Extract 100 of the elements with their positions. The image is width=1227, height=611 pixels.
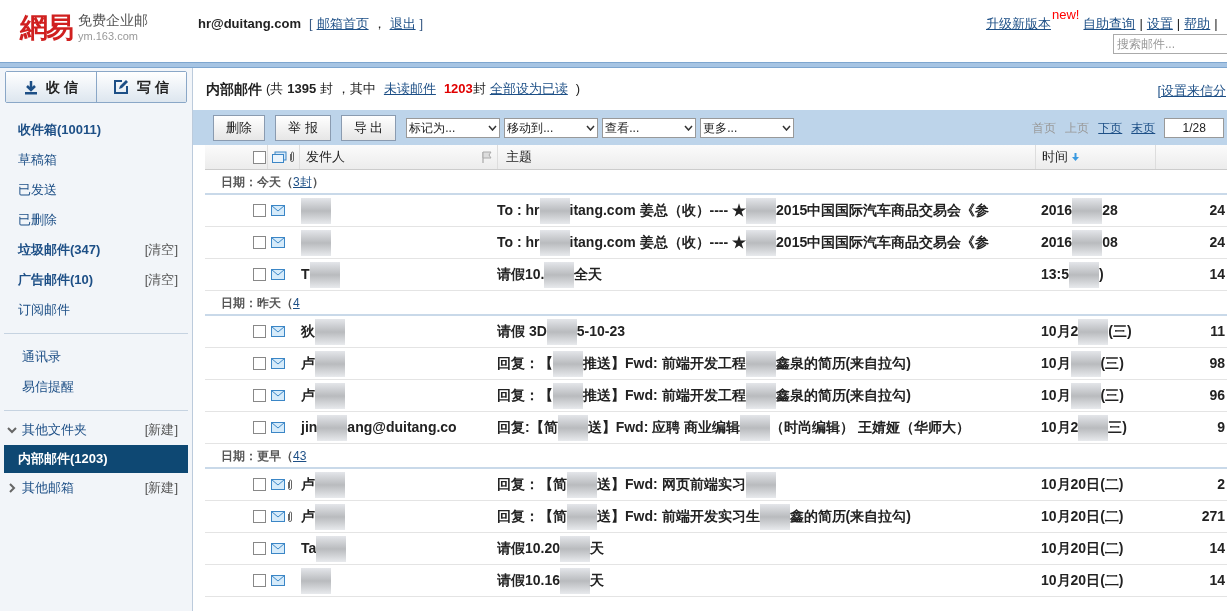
envelope-icon [271, 326, 285, 337]
dropdown[interactable]: 标记为... [406, 117, 501, 138]
folder-header[interactable]: 其他邮箱 [22, 478, 145, 498]
toolbar-button[interactable]: 导 出 [340, 114, 397, 141]
header-link[interactable]: 退出 [389, 14, 416, 34]
header-link[interactable]: 帮助 [1184, 14, 1211, 34]
sidebar-item[interactable]: 通讯录 [22, 347, 61, 367]
redaction-blur [315, 382, 345, 409]
header-link[interactable]: 自助查询 [1083, 14, 1136, 34]
subject-cell[interactable]: 请假10. 全天 [497, 261, 1035, 288]
dropdown[interactable]: 更多... [700, 117, 795, 138]
redaction-blur [560, 535, 591, 562]
toolbar-button[interactable]: 删除 [213, 114, 265, 141]
size-cell-text: 11 [1209, 322, 1225, 341]
sidebar-item[interactable]: 垃圾邮件(347) [18, 240, 101, 260]
checkbox[interactable] [253, 325, 266, 338]
envelope-icon [271, 422, 285, 433]
sidebar-item[interactable]: 广告邮件(10) [18, 270, 94, 290]
redaction-blur [317, 414, 348, 441]
redaction-blur [309, 261, 340, 288]
redaction-blur [1078, 318, 1109, 345]
bracket: [ [308, 15, 313, 33]
envelope-icon [271, 543, 285, 554]
sender-cell[interactable]: 狄 [299, 318, 497, 345]
search-field[interactable]: 搜索邮件... [1113, 34, 1227, 54]
sender-cell[interactable]: jin ang@duitang.co [299, 414, 497, 441]
column-header[interactable]: 时间 [1042, 147, 1068, 167]
sidebar-item[interactable]: 已发送 [18, 180, 57, 200]
envelope-icon [271, 205, 285, 216]
mark-all-read-link[interactable]: 全部设为已读 [489, 79, 568, 99]
checkbox[interactable] [253, 268, 266, 281]
folder-header[interactable]: 其他文件夹 [22, 420, 145, 440]
separator: | [1139, 15, 1143, 33]
checkbox[interactable] [253, 204, 266, 217]
edit-icon [113, 79, 130, 95]
checkbox[interactable] [253, 421, 266, 434]
toolbar-button[interactable]: 举 报 [275, 114, 331, 141]
redaction-blur [557, 414, 588, 441]
filter-link[interactable]: [设置来信分 [1157, 81, 1226, 101]
sidebar-item[interactable]: 收件箱(10011) [18, 120, 102, 140]
sender-cell[interactable]: 卢 [299, 350, 497, 377]
header-link[interactable]: 邮箱首页 [316, 14, 369, 34]
sender-cell[interactable]: Ta [299, 535, 497, 562]
pager-link[interactable]: 下页 [1098, 118, 1123, 137]
receive-button[interactable]: 收 信 [6, 72, 96, 102]
new-folder-link[interactable]: [新建] [144, 420, 178, 440]
checkbox[interactable] [253, 478, 266, 491]
envelope-icon [271, 390, 285, 401]
subject-cell[interactable]: 回复:【简 送】Fwd: 应聘 商业编辑 （时尚编辑） 王婧娅（华师大） [497, 414, 1035, 441]
subject-cell[interactable]: 回复：【 推送】Fwd: 前端开发工程 鑫泉的简历(来自拉勾) [497, 382, 1035, 409]
redaction-blur [1069, 261, 1100, 288]
checkbox[interactable] [253, 574, 266, 587]
subject-cell[interactable]: 请假 3D 5-10-23 [497, 318, 1035, 345]
checkbox[interactable] [253, 510, 266, 523]
sender-cell[interactable]: T [299, 261, 497, 288]
checkbox[interactable] [253, 542, 266, 555]
upgrade-link[interactable]: 升级新版本 [986, 14, 1051, 34]
header-link[interactable]: 设置 [1146, 14, 1173, 34]
clear-link[interactable]: [清空] [144, 270, 178, 290]
checkbox[interactable] [253, 150, 266, 164]
size-cell-text: 271 [1200, 507, 1225, 526]
time-cell: 13:5 ) [1035, 261, 1155, 288]
size-cell-text: 24 [1208, 201, 1225, 220]
column-header[interactable]: 发件人 [306, 147, 345, 167]
clear-link[interactable]: [清空] [144, 240, 178, 260]
count-link[interactable]: 4 [293, 293, 300, 312]
count-link[interactable]: 43 [293, 446, 307, 465]
column-header[interactable]: 主题 [506, 147, 532, 167]
sidebar-item[interactable]: 订阅邮件 [18, 300, 70, 320]
subject-cell[interactable]: To : hr itang.com 姜总（收）---- ★ 2015中国国际汽车商品交易会《参 [497, 229, 1035, 256]
sender-cell[interactable]: 卢 [299, 471, 497, 498]
time-cell: 2016 28 [1035, 197, 1155, 224]
dropdown[interactable]: 查看... [602, 117, 697, 138]
subject-cell[interactable]: 回复：【简 送】Fwd: 网页前端实习 [497, 471, 1035, 498]
subject-cell[interactable]: 请假10.16 天 [497, 567, 1035, 594]
count-link[interactable]: 3封 [293, 172, 312, 191]
sidebar-item-selected[interactable]: 内部邮件(1203) [4, 445, 188, 473]
subject-cell[interactable]: To : hr itang.com 姜总（收）---- ★ 2015中国国际汽车商品交易会《参 [497, 197, 1035, 224]
size-cell-text: 14 [1208, 539, 1225, 558]
sidebar-item[interactable]: 易信提醒 [22, 377, 74, 397]
redaction-blur [301, 567, 331, 594]
subject-cell[interactable]: 请假10.20 天 [497, 535, 1035, 562]
subject-cell[interactable]: 回复：【简 送】Fwd: 前端开发实习生 鑫的简历(来自拉勾) [497, 503, 1035, 530]
unread-link[interactable]: 未读邮件 [383, 79, 436, 99]
sender-cell[interactable]: 卢 [299, 382, 497, 409]
page-field[interactable]: 1/28 [1164, 117, 1225, 138]
separator: ， [372, 15, 386, 33]
dropdown[interactable]: 移动到... [504, 117, 599, 138]
sender-cell[interactable]: 卢 [299, 503, 497, 530]
pager-link[interactable]: 末页 [1131, 118, 1156, 137]
checkbox[interactable] [253, 236, 266, 249]
download-icon [23, 79, 38, 95]
sidebar-item[interactable]: 草稿箱 [18, 150, 57, 170]
redaction-blur [539, 229, 570, 256]
compose-button[interactable]: 写 信 [95, 72, 186, 102]
subject-cell[interactable]: 回复：【 推送】Fwd: 前端开发工程 鑫泉的简历(来自拉勾) [497, 350, 1035, 377]
checkbox[interactable] [253, 357, 266, 370]
new-folder-link[interactable]: [新建] [144, 478, 178, 498]
checkbox[interactable] [253, 389, 266, 402]
sidebar-item[interactable]: 已删除 [18, 210, 57, 230]
